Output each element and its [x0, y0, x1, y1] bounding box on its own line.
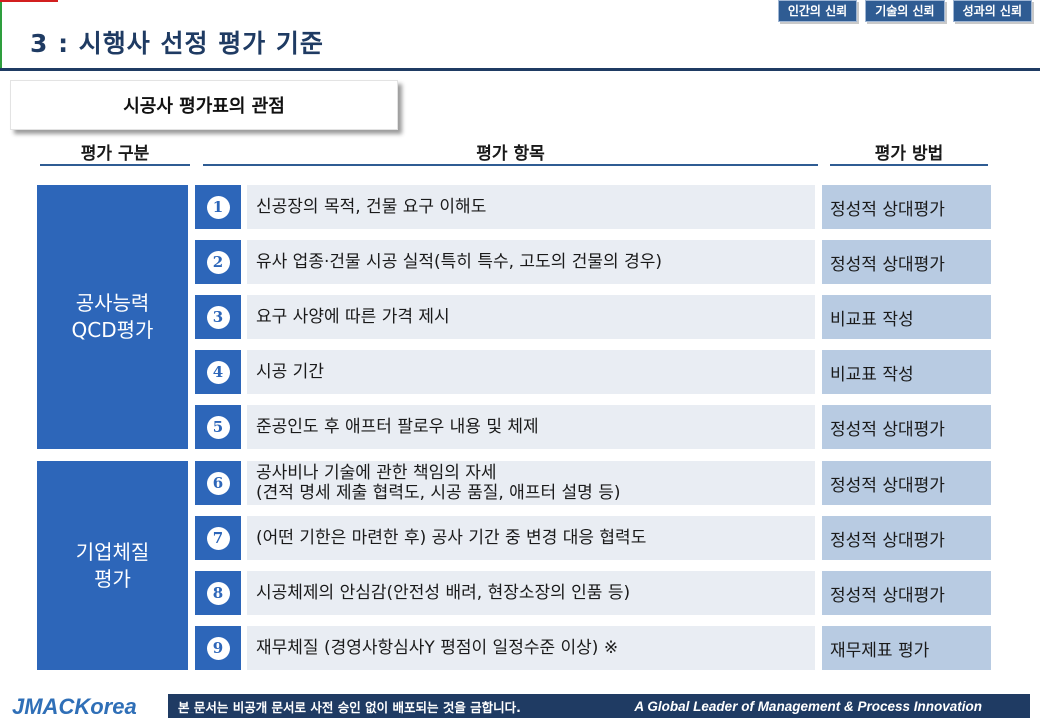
row-number-cell: 2	[195, 240, 241, 284]
table-row-item: 시공체제의 안심감(안전성 배려, 현장소장의 인품 등)	[247, 571, 815, 615]
row-method: 재무제표 평가	[822, 626, 991, 670]
row-method: 정성적 상대평가	[822, 571, 991, 615]
row-number-cell: 8	[195, 571, 241, 615]
row-method: 정성적 상대평가	[822, 461, 991, 505]
item-text: 신공장의 목적, 건물 요구 이해도	[256, 197, 487, 217]
group-qcd: 공사능력 QCD평가	[37, 185, 188, 449]
item-text: 시공체제의 안심감(안전성 배려, 현장소장의 인품 등)	[256, 583, 631, 603]
header-item: 평가 항목	[203, 138, 818, 166]
row-number-cell: 3	[195, 295, 241, 339]
row-number-cell: 1	[195, 185, 241, 229]
item-text: 재무체질 (경영사항심사Y 평점이 일정수준 이상) ※	[256, 638, 619, 658]
number-badge: 9	[206, 636, 230, 660]
number-badge: 3	[206, 305, 230, 329]
table-row-item: 준공인도 후 애프터 팔로우 내용 및 체제	[247, 405, 815, 449]
row-method: 정성적 상대평가	[822, 240, 991, 284]
tab-tech-trust[interactable]: 기술의 신뢰	[865, 0, 945, 22]
row-method: 정성적 상대평가	[822, 405, 991, 449]
top-tabs: 인간의 신뢰 기술의 신뢰 성과의 신뢰	[777, 0, 1032, 22]
tab-human-trust[interactable]: 인간의 신뢰	[777, 0, 858, 22]
table-row-item: 공사비나 기술에 관한 책임의 자세 (견적 명세 제출 협력도, 시공 품질,…	[247, 461, 815, 505]
number-badge: 2	[206, 250, 230, 274]
row-number-cell: 6	[195, 461, 241, 505]
title-divider	[0, 68, 1040, 71]
tab-result-trust[interactable]: 성과의 신뢰	[952, 0, 1032, 22]
number-badge: 6	[206, 471, 230, 495]
group-corporate: 기업체질 평가	[37, 461, 188, 670]
footer-bar: 본 문서는 비공개 문서로 사전 승인 없이 배포되는 것을 금합니다. A G…	[168, 694, 1030, 718]
item-text: (어떤 기한은 마련한 후) 공사 기간 중 변경 대응 협력도	[256, 528, 647, 548]
row-number-cell: 5	[195, 405, 241, 449]
row-number-cell: 7	[195, 516, 241, 560]
page-title: 3 : 시행사 선정 평가 기준	[30, 29, 324, 58]
row-method: 비교표 작성	[822, 350, 991, 394]
number-badge: 1	[206, 195, 230, 219]
item-text: 유사 업종·건물 시공 실적(특히 특수, 고도의 건물의 경우)	[256, 252, 662, 272]
header-method: 평가 방법	[830, 138, 988, 166]
table-row-item: 유사 업종·건물 시공 실적(특히 특수, 고도의 건물의 경우)	[247, 240, 815, 284]
footer-slogan: A Global Leader of Management & Process …	[634, 698, 982, 714]
table-row-item: 신공장의 목적, 건물 요구 이해도	[247, 185, 815, 229]
row-number-cell: 4	[195, 350, 241, 394]
item-text: 준공인도 후 애프터 팔로우 내용 및 체제	[256, 417, 539, 437]
row-method: 비교표 작성	[822, 295, 991, 339]
item-text: 요구 사양에 따른 가격 제시	[256, 307, 450, 327]
accent-bar-green	[0, 0, 2, 68]
header-category: 평가 구분	[40, 138, 190, 166]
table-row-item: 재무체질 (경영사항심사Y 평점이 일정수준 이상) ※	[247, 626, 815, 670]
footer-notice: 본 문서는 비공개 문서로 사전 승인 없이 배포되는 것을 금합니다.	[178, 699, 521, 715]
item-text: 공사비나 기술에 관한 책임의 자세 (견적 명세 제출 협력도, 시공 품질,…	[256, 463, 621, 503]
number-badge: 7	[206, 526, 230, 550]
company-logo: JMACKorea	[12, 694, 137, 719]
accent-bar-red	[0, 0, 58, 2]
section-title-box: 시공사 평가표의 관점	[10, 80, 398, 130]
item-text: 시공 기간	[256, 362, 324, 382]
table-row-item: 요구 사양에 따른 가격 제시	[247, 295, 815, 339]
table-row-item: (어떤 기한은 마련한 후) 공사 기간 중 변경 대응 협력도	[247, 516, 815, 560]
row-number-cell: 9	[195, 626, 241, 670]
row-method: 정성적 상대평가	[822, 516, 991, 560]
row-method: 정성적 상대평가	[822, 185, 991, 229]
table-row-item: 시공 기간	[247, 350, 815, 394]
number-badge: 4	[206, 360, 230, 384]
number-badge: 5	[206, 415, 230, 439]
number-badge: 8	[206, 581, 230, 605]
section-title: 시공사 평가표의 관점	[123, 96, 285, 117]
